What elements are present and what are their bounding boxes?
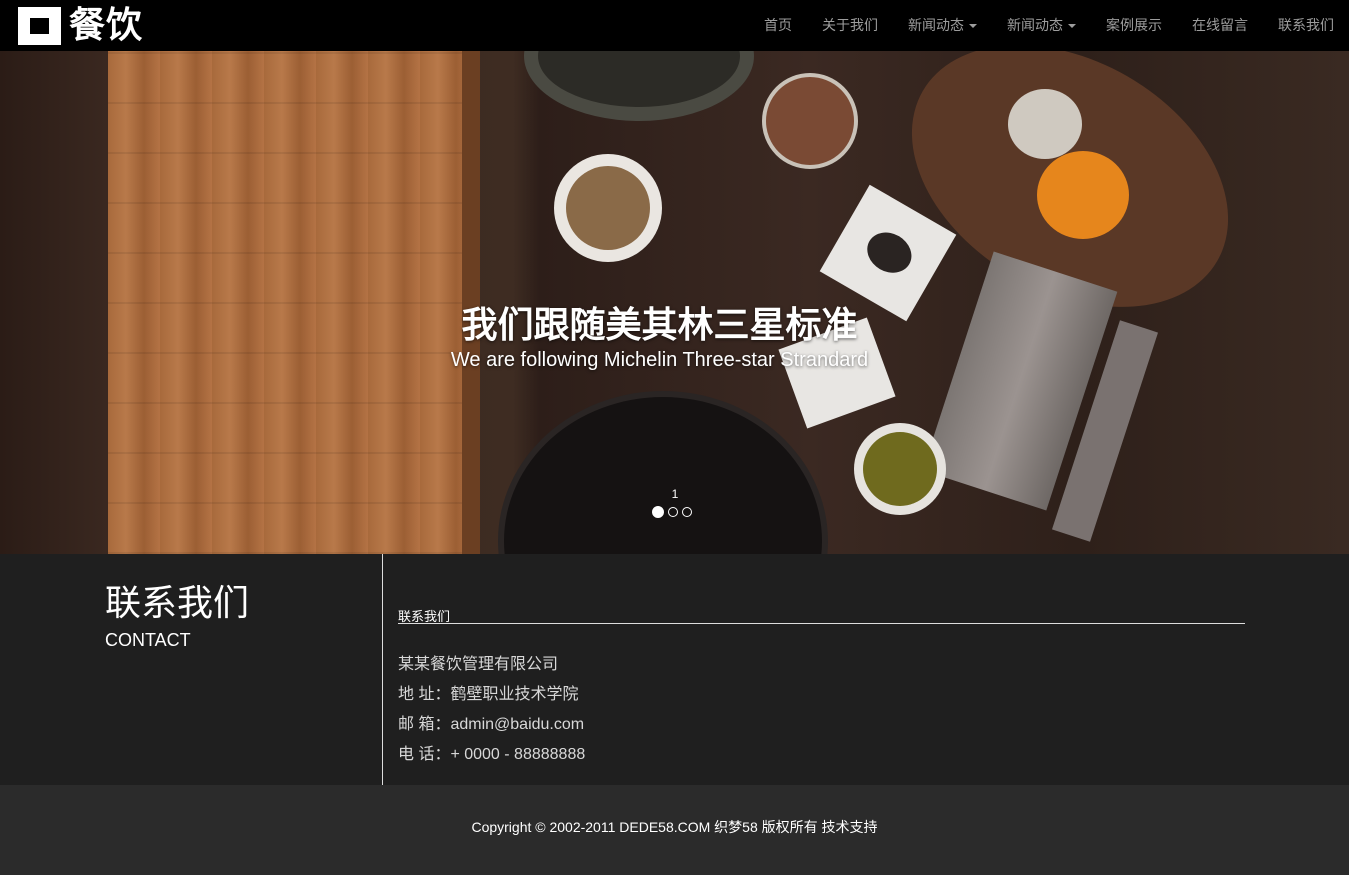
nav-item-news-1[interactable]: 新闻动态	[893, 0, 992, 51]
carousel-indicators	[652, 506, 692, 518]
spice-bowl-image	[554, 154, 662, 262]
hero-carousel[interactable]: 我们跟随美其林三星标准 We are following Michelin Th…	[0, 51, 1349, 554]
carousel-dot-2[interactable]	[668, 507, 678, 517]
nav-item-home[interactable]: 首页	[749, 0, 807, 51]
contact-subtitle: CONTACT	[105, 630, 191, 650]
logo-text: 餐饮	[69, 5, 144, 46]
mortar-image	[524, 51, 754, 121]
caret-down-icon	[969, 24, 977, 29]
nav-item-about[interactable]: 关于我们	[807, 0, 893, 51]
contact-section: 联系我们 CONTACT 联系我们 某某餐饮管理有限公司 地 址：鹤壁职业技术学…	[0, 554, 1349, 785]
horizontal-divider	[398, 623, 1245, 624]
carousel-dot-1[interactable]	[652, 506, 664, 518]
logo[interactable]: 餐饮	[18, 7, 143, 45]
main-nav: 首页 关于我们 新闻动态 新闻动态 案例展示 在线留言 联系我们	[749, 0, 1349, 51]
hero-subtitle: We are following Michelin Three-star Str…	[450, 349, 869, 371]
vertical-divider	[382, 554, 383, 785]
spice-jar-image	[762, 73, 858, 169]
email[interactable]: 邮 箱：admin@baidu.com	[398, 710, 585, 740]
nav-item-contact[interactable]: 联系我们	[1263, 0, 1349, 51]
nav-item-news-2[interactable]: 新闻动态	[992, 0, 1091, 51]
hero-title: 我们跟随美其林三星标准	[461, 304, 858, 345]
contact-info-list: 某某餐饮管理有限公司 地 址：鹤壁职业技术学院 邮 箱：admin@baidu.…	[398, 650, 585, 770]
nav-item-cases[interactable]: 案例展示	[1091, 0, 1177, 51]
phone: 电 话：+ 0000 - 88888888	[398, 746, 586, 763]
footer: Copyright © 2002-2011 DEDE58.COM 织梦58 版权…	[0, 785, 1349, 875]
nav-item-message[interactable]: 在线留言	[1177, 0, 1263, 51]
caret-down-icon	[1068, 24, 1076, 29]
copyright-text: Copyright © 2002-2011 DEDE58.COM 织梦58 版权…	[471, 819, 878, 835]
oil-bowl-image	[854, 423, 946, 515]
navbar: 餐饮 首页 关于我们 新闻动态 新闻动态 案例展示 在线留言 联系我们	[0, 0, 1349, 51]
contact-title: 联系我们	[105, 582, 250, 623]
slide-number: 1	[671, 487, 679, 501]
garlic-image	[1008, 89, 1082, 159]
carousel-dot-3[interactable]	[682, 507, 692, 517]
address: 地 址：鹤壁职业技术学院	[398, 686, 579, 703]
orange-image	[1037, 151, 1129, 239]
pan-image	[498, 391, 828, 554]
logo-square-icon	[18, 7, 61, 45]
company-name: 某某餐饮管理有限公司	[398, 656, 559, 673]
